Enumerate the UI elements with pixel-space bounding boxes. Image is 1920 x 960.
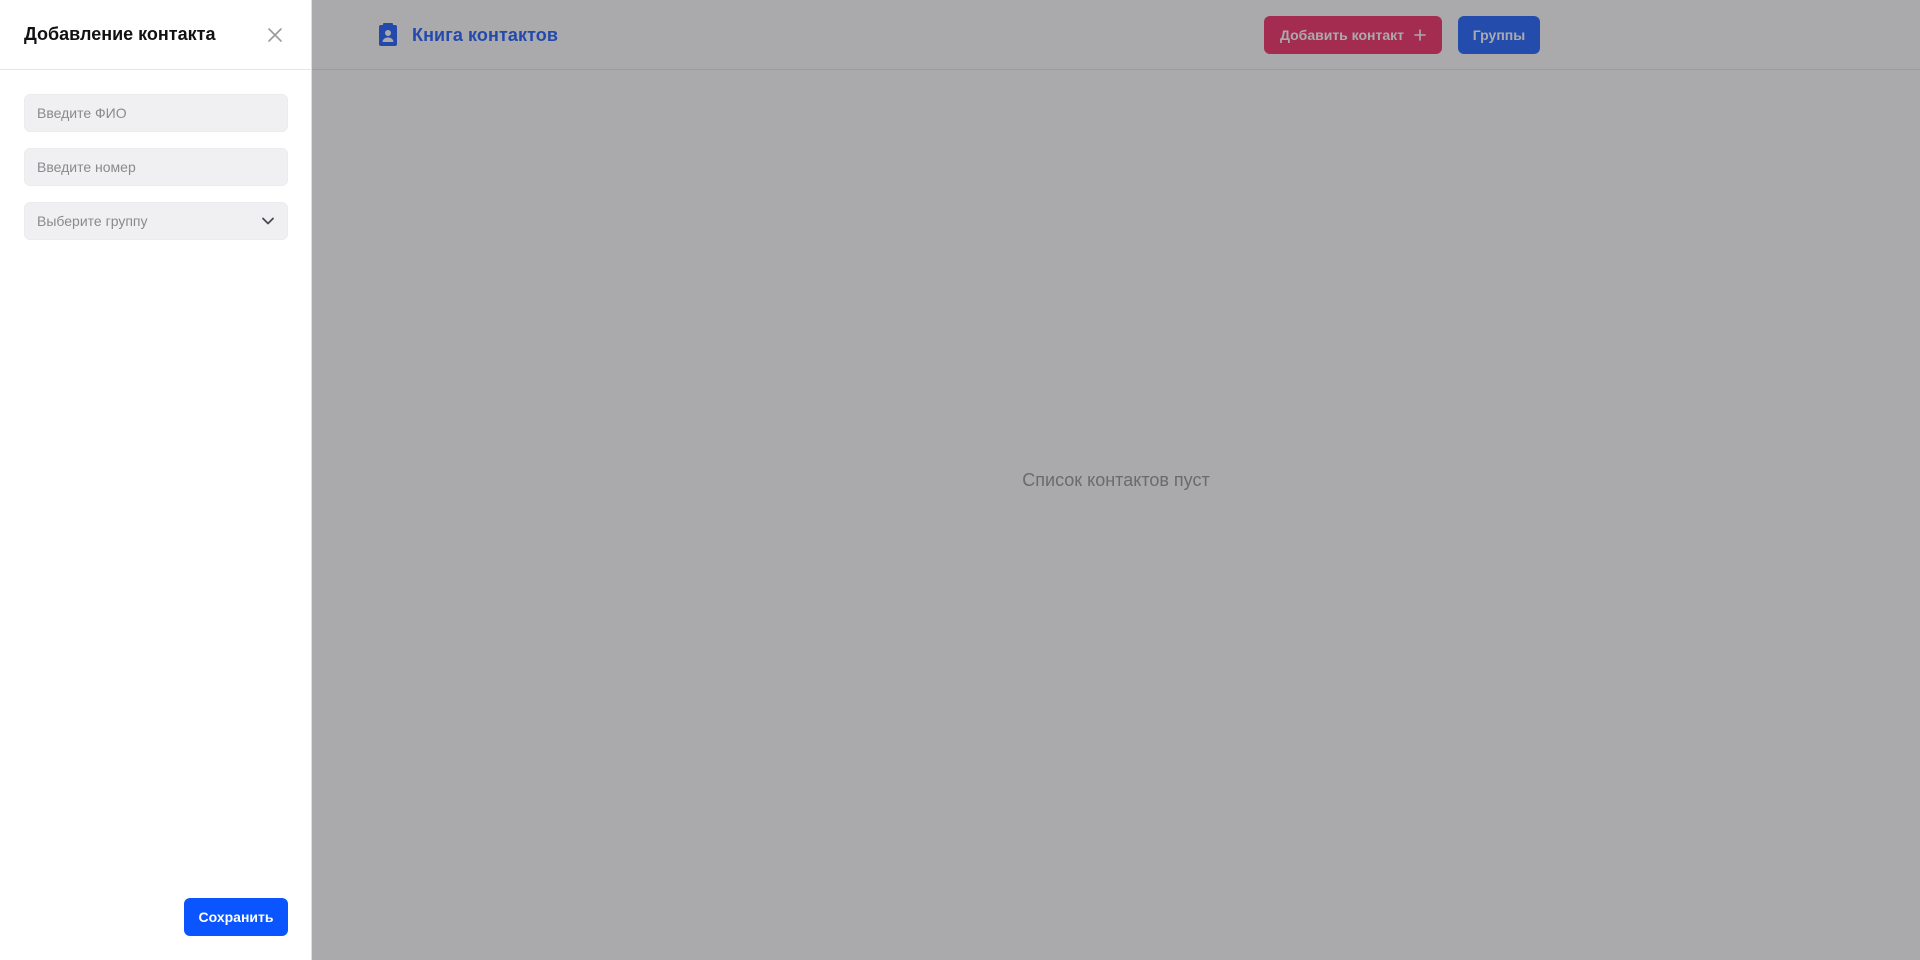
group-select[interactable]: Выберите группу: [24, 202, 288, 240]
drawer-header: Добавление контакта: [0, 0, 312, 70]
drawer-title: Добавление контакта: [24, 24, 216, 44]
close-icon: [266, 26, 284, 44]
chevron-down-icon: [261, 214, 275, 228]
full-name-input[interactable]: [24, 94, 288, 132]
phone-input[interactable]: [24, 148, 288, 186]
close-button[interactable]: [266, 26, 284, 44]
add-contact-drawer: Добавление контакта Выберите группу Сохр…: [0, 0, 312, 960]
save-button[interactable]: Сохранить: [184, 898, 288, 936]
group-select-placeholder: Выберите группу: [37, 213, 148, 229]
